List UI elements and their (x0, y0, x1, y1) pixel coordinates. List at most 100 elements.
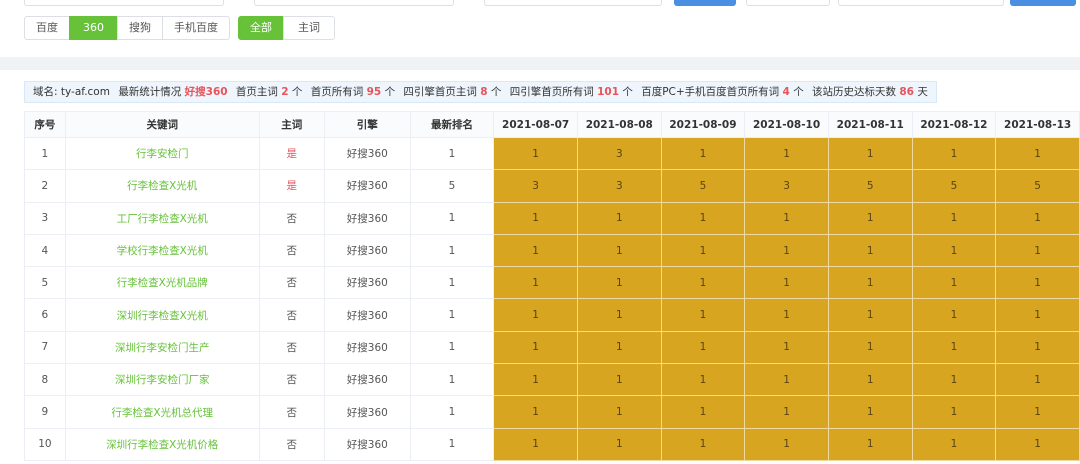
top-button-3[interactable] (1010, 0, 1076, 6)
summary-bar: 域名: ty-af.com 最新统计情况 好搜360 首页主词 2 个 首页所有… (24, 81, 937, 103)
keyword-link[interactable]: 深圳行李检查X光机价格 (64, 427, 260, 461)
tab-baidu[interactable]: 百度 (24, 16, 70, 40)
rank-cell: 5 (827, 169, 913, 203)
column-header: 2021-08-10 (744, 111, 829, 138)
rank-cell: 1 (493, 266, 578, 300)
keyword-link[interactable]: 工厂行李检查X光机 (64, 201, 260, 235)
keyword-link[interactable]: 深圳行李检查X光机 (64, 298, 260, 332)
top-field-2[interactable] (254, 0, 454, 6)
keyword-link[interactable]: 行李检查X光机 (64, 169, 260, 203)
table-row: 8 深圳行李安检门厂家否好搜360 1 1 1 1 1 1 1 1 (24, 363, 1080, 397)
latest-rank: 5 (409, 169, 495, 203)
engine-cell: 好搜360 (323, 330, 411, 365)
column-header: 2021-08-09 (660, 111, 746, 138)
row-number: 1 (24, 136, 66, 171)
latest-rank: 1 (409, 395, 495, 429)
row-number: 10 (24, 427, 66, 461)
rank-cell: 1 (744, 330, 829, 365)
rank-cell: 1 (576, 233, 662, 268)
table-body: 1 行李安检门是好搜360 1 1 3 1 1 1 1 1 2 行李检查X光机是好搜360 5 3 3 5 3 5… (24, 136, 1080, 461)
tab-sogou[interactable]: 搜狗 (117, 16, 163, 40)
rank-cell: 1 (827, 330, 913, 365)
rank-cell: 1 (827, 298, 913, 332)
rank-cell: 1 (660, 266, 746, 300)
table-row: 5 行李检查X光机品牌否好搜360 1 1 1 1 1 1 1 1 (24, 266, 1080, 300)
rank-cell: 1 (576, 427, 662, 461)
column-header: 关键词 (64, 111, 260, 138)
rank-cell: 1 (995, 233, 1080, 268)
main-word-flag: 否 (258, 330, 325, 365)
rank-cell: 1 (744, 395, 829, 429)
keyword-link[interactable]: 行李检查X光机总代理 (64, 395, 260, 429)
row-number: 7 (24, 330, 66, 365)
rank-cell: 1 (911, 395, 997, 429)
top-button-2[interactable] (746, 0, 830, 6)
tab-all[interactable]: 全部 (238, 16, 284, 40)
main-word-flag: 是 (258, 136, 325, 171)
rank-cell: 5 (995, 169, 1080, 203)
rank-cell: 1 (576, 363, 662, 397)
engine-name: 好搜360 (184, 86, 228, 98)
top-button-1[interactable] (674, 0, 736, 6)
four-main-label: 四引擎首页主词 (403, 86, 477, 98)
rank-cell: 1 (660, 427, 746, 461)
rank-cell: 1 (493, 298, 578, 332)
unit-day: 天 (917, 86, 928, 98)
history-label: 该站历史达标天数 (812, 86, 897, 98)
row-number: 6 (24, 298, 66, 332)
rank-cell: 1 (493, 201, 578, 235)
rank-cell: 5 (660, 169, 746, 203)
rank-cell: 1 (911, 298, 997, 332)
top-field-3[interactable] (484, 0, 662, 6)
unit: 个 (384, 86, 396, 98)
rank-cell: 1 (995, 427, 1080, 461)
keyword-link[interactable]: 行李检查X光机品牌 (64, 266, 260, 300)
rank-cell: 1 (995, 330, 1080, 365)
rank-cell: 1 (911, 136, 997, 171)
latest-rank: 1 (409, 427, 495, 461)
engine-cell: 好搜360 (323, 169, 411, 203)
main-word-flag: 否 (258, 298, 325, 332)
home-main-value: 2 (281, 86, 289, 98)
keyword-link[interactable]: 深圳行李安检门生产 (64, 330, 260, 365)
tab-mobile-baidu[interactable]: 手机百度 (162, 16, 230, 40)
table-row: 2 行李检查X光机是好搜360 5 3 3 5 3 5 5 5 (24, 169, 1080, 203)
column-header: 序号 (24, 111, 66, 138)
column-header: 引擎 (323, 111, 411, 138)
rank-cell: 1 (744, 363, 829, 397)
row-number: 2 (24, 169, 66, 203)
column-header: 最新排名 (409, 111, 495, 138)
rank-cell: 1 (911, 266, 997, 300)
main-word-flag: 否 (258, 201, 325, 235)
keyword-link[interactable]: 学校行李检查X光机 (64, 233, 260, 268)
top-field-1[interactable] (24, 0, 224, 6)
tab-main-words[interactable]: 主词 (283, 16, 335, 40)
keyword-link[interactable]: 行李安检门 (64, 136, 260, 171)
rank-cell: 1 (744, 233, 829, 268)
rank-cell: 1 (660, 363, 746, 397)
history-value: 86 (899, 86, 914, 98)
column-header: 2021-08-08 (576, 111, 662, 138)
rank-cell: 1 (995, 395, 1080, 429)
rank-cell: 1 (995, 201, 1080, 235)
rank-cell: 1 (744, 201, 829, 235)
rank-cell: 1 (827, 395, 913, 429)
rank-cell: 3 (576, 136, 662, 171)
keyword-link[interactable]: 深圳行李安检门厂家 (64, 363, 260, 397)
pc-mobile-value: 4 (782, 86, 790, 98)
rank-cell: 1 (660, 136, 746, 171)
four-all-value: 101 (597, 86, 620, 98)
home-all-label: 首页所有词 (310, 86, 364, 98)
rank-cell: 1 (493, 330, 578, 365)
column-header: 2021-08-12 (911, 111, 997, 138)
rank-cell: 1 (576, 266, 662, 300)
rank-cell: 1 (576, 395, 662, 429)
table-row: 10 深圳行李检查X光机价格否好搜360 1 1 1 1 1 1 1 1 (24, 427, 1080, 461)
main-word-flag: 否 (258, 266, 325, 300)
rank-cell: 1 (744, 427, 829, 461)
top-field-4[interactable] (838, 0, 1004, 6)
tab-360[interactable]: 360 (69, 16, 118, 40)
rank-cell: 1 (911, 427, 997, 461)
rank-cell: 1 (493, 233, 578, 268)
table-row: 9 行李检查X光机总代理否好搜360 1 1 1 1 1 1 1 1 (24, 395, 1080, 429)
